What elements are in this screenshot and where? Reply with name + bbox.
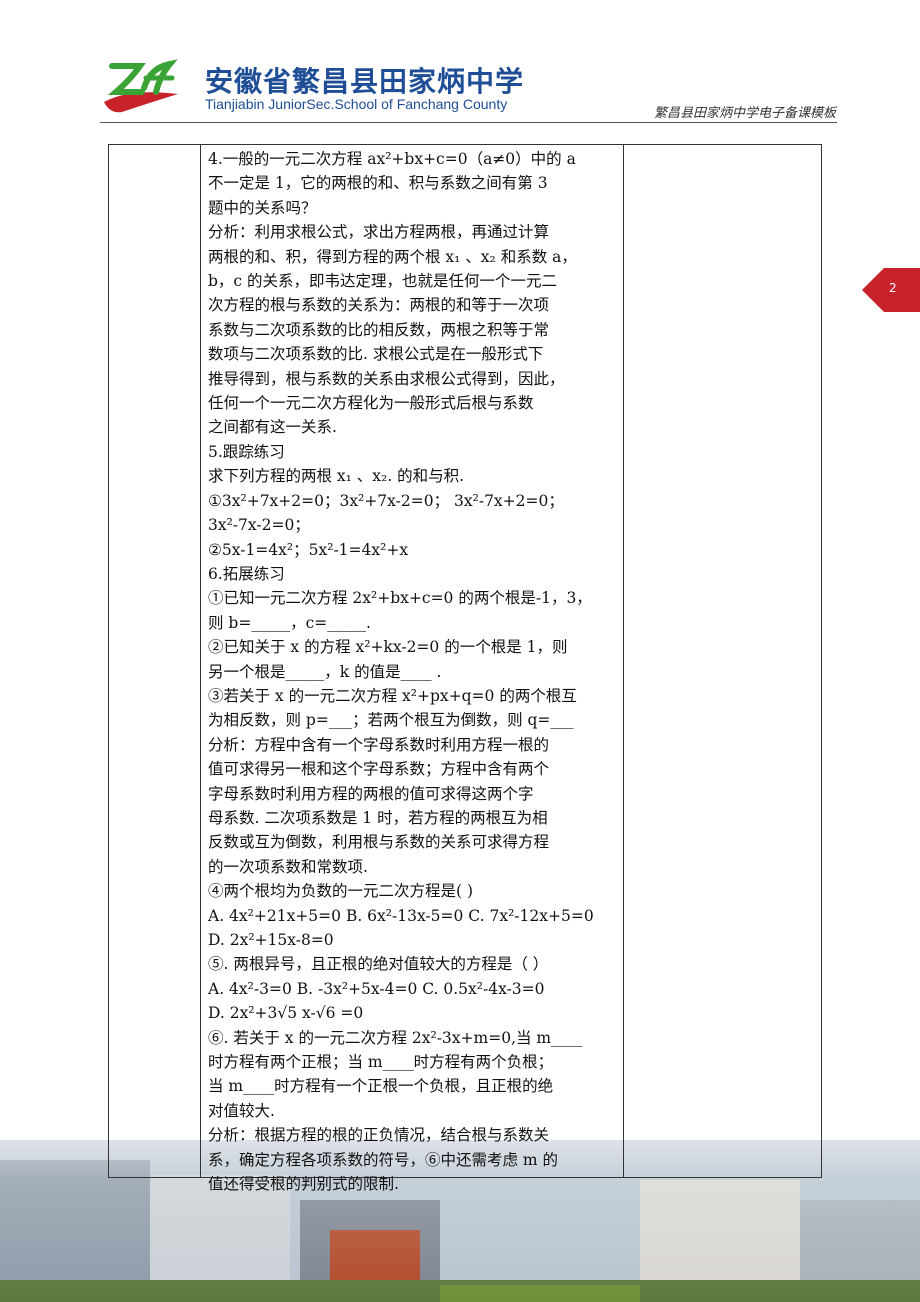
options-line: A. 4x²-3=0 B. -3x²+5x-4=0 C. 0.5x²-4x-3=…: [208, 979, 545, 998]
text-line: 分析：方程中含有一个字母系数时利用方程一根的: [208, 735, 550, 754]
page-number-tab: 2: [862, 268, 920, 312]
equation-line: 3x²-7x-2=0；: [208, 516, 310, 535]
question-line: ⑤. 两根异号，且正根的绝对值较大的方程是（ ）: [208, 955, 549, 974]
lesson-table: 4.一般的一元二次方程 ax²+bx+c=0（a≠0）中的 a 不一定是 1，它…: [108, 144, 822, 1193]
text-line: 反数或互为倒数，利用根与系数的关系可求得方程: [208, 833, 550, 852]
lesson-content: 4.一般的一元二次方程 ax²+bx+c=0（a≠0）中的 a 不一定是 1，它…: [208, 147, 624, 1196]
options-line: A. 4x²+21x+5=0 B. 6x²-13x-5=0 C. 7x²-12x…: [208, 906, 594, 925]
text-line: 分析：根据方程的根的正负情况，结合根与系数关: [208, 1126, 550, 1145]
school-name-en: Tianjiabin JuniorSec.School of Fanchang …: [205, 96, 508, 112]
options-line: D. 2x²+15x-8=0: [208, 931, 334, 949]
notes-column: [623, 145, 821, 1177]
text-line: 值还得受根的判别式的限制.: [208, 1175, 399, 1194]
section-heading: 5.跟踪练习: [208, 442, 285, 461]
page-number: 2: [889, 281, 897, 295]
equation-line: ①3x²+7x+2=0；3x²+7x-2=0； 3x²-7x+2=0；: [208, 491, 564, 510]
text-line: 推导得到，根与系数的关系由求根公式得到，因此，: [208, 369, 565, 388]
text-line: 当 m____时方程有一个正根一个负根，且正根的绝: [208, 1077, 554, 1096]
text-line: 分析：利用求根公式，求出方程两根，再通过计算: [208, 223, 550, 242]
text-line: 时方程有两个正根；当 m____时方程有两个负根；: [208, 1053, 554, 1072]
text-line: 系数与二次项系数的比的相反数，两根之积等于常: [208, 320, 550, 339]
school-name-cn: 安徽省繁昌县田家炳中学: [205, 65, 525, 98]
text-line: 4.一般的一元二次方程 ax²+bx+c=0（a≠0）中的 a: [208, 150, 576, 168]
fill-blank-line: 则 b=_____，c=_____.: [208, 613, 371, 632]
header-divider: [100, 122, 837, 123]
text-line: 母系数. 二次项系数是 1 时，若方程的两根互为相: [208, 808, 548, 827]
fill-blank-line: 为相反数，则 p=___；若两个根互为倒数，则 q=___: [208, 711, 574, 730]
text-line: 值可求得另一根和这个字母系数；方程中含有两个: [208, 760, 550, 779]
text-line: 对值较大.: [208, 1101, 275, 1120]
text-line: 求下列方程的两根 x₁ 、x₂. 的和与积.: [208, 467, 465, 486]
fill-blank-line: 另一个根是_____，k 的值是____ .: [208, 662, 442, 681]
school-logo: [104, 59, 178, 113]
text-line: b，c 的关系，即韦达定理，也就是任何一个一元二: [208, 272, 558, 291]
text-line: 两根的和、积，得到方程的两个根 x₁ 、x₂ 和系数 a，: [208, 247, 577, 266]
page-header: 安徽省繁昌县田家炳中学 Tianjiabin JuniorSec.School …: [0, 0, 920, 130]
left-column: [109, 145, 201, 1177]
text-line: ③若关于 x 的一元二次方程 x²+px+q=0 的两个根互: [208, 686, 577, 705]
options-line: D. 2x²+3√5 x-√6 =0: [208, 1004, 364, 1023]
text-line: ②已知关于 x 的方程 x²+kx-2=0 的一个根是 1，则: [208, 638, 568, 657]
text-line: 题中的关系吗？: [208, 198, 317, 217]
question-line: ⑥. 若关于 x 的一元二次方程 2x²-3x+m=0,当 m____: [208, 1028, 583, 1047]
text-line: 字母系数时利用方程的两根的值可求得这两个字: [208, 784, 534, 803]
text-line: 数项与二次项系数的比. 求根公式是在一般形式下: [208, 345, 544, 364]
text-line: 任何一个一元二次方程化为一般形式后根与系数: [208, 394, 534, 413]
text-line: 次方程的根与系数的关系为：两根的和等于一次项: [208, 296, 550, 315]
question-line: ④两个根均为负数的一元二次方程是( ): [208, 882, 474, 901]
text-line: 的一次项系数和常数项.: [208, 857, 368, 876]
text-line: 系，确定方程各项系数的符号，⑥中还需考虑 m 的: [208, 1150, 559, 1169]
text-line: 不一定是 1，它的两根的和、积与系数之间有第 3: [208, 174, 548, 193]
section-heading: 6.拓展练习: [208, 564, 285, 583]
equation-line: ②5x-1=4x²；5x²-1=4x²+x: [208, 540, 409, 559]
template-label: 繁昌县田家炳中学电子备课模板: [653, 106, 836, 121]
text-line: ①已知一元二次方程 2x²+bx+c=0 的两个根是-1，3，: [208, 589, 592, 608]
text-line: 之间都有这一关系.: [208, 418, 337, 437]
